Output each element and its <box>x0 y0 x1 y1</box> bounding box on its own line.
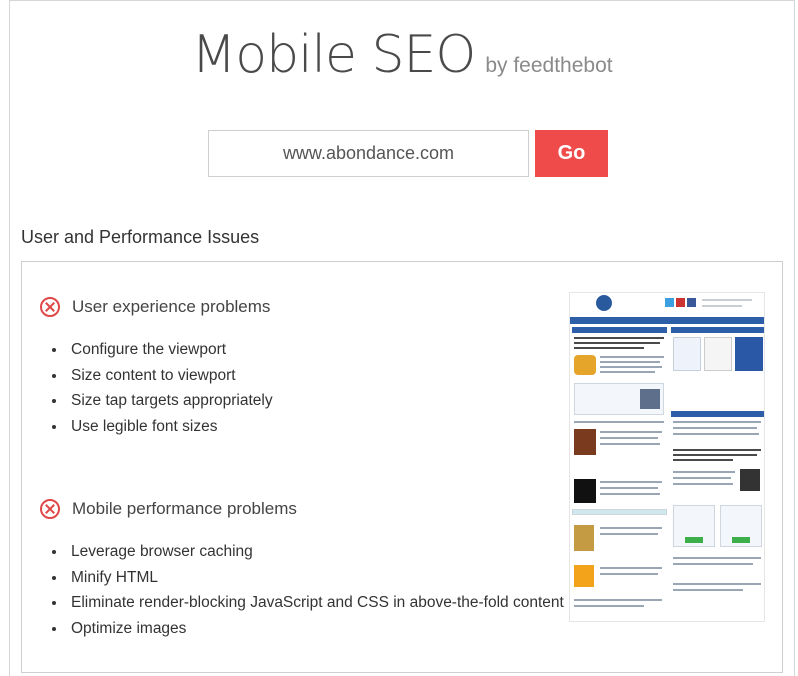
text-line <box>600 533 658 535</box>
list-item: Leverage browser caching <box>52 539 564 565</box>
thumbnail-header <box>570 293 764 315</box>
text-line <box>600 573 658 575</box>
book-image <box>704 337 732 371</box>
text-line <box>673 471 735 473</box>
twitter-icon <box>665 298 674 307</box>
bing-logo-image <box>574 565 594 587</box>
text-line <box>600 567 662 569</box>
text-line <box>574 605 644 607</box>
group-title: User experience problems <box>72 297 271 316</box>
text-line <box>600 493 660 495</box>
list-item: Size tap targets appropriately <box>52 388 273 414</box>
column-heading-bar <box>671 327 764 333</box>
lock-image <box>574 525 594 551</box>
issues-panel: User experience problems Configure the v… <box>21 261 783 673</box>
gplus-icon <box>676 298 685 307</box>
headline-line <box>673 449 761 451</box>
list-item: Configure the viewport <box>52 337 273 363</box>
text-line <box>600 431 662 433</box>
text-line <box>673 557 761 559</box>
app-title: Mobile SEO <box>191 25 476 85</box>
url-input[interactable] <box>208 130 529 177</box>
thumbnail-nav-bar <box>570 317 764 324</box>
text-line <box>673 427 757 429</box>
text-line <box>600 371 655 373</box>
headline-line <box>574 342 660 344</box>
text-line <box>673 421 761 423</box>
headline-line <box>673 454 757 456</box>
text-line <box>673 477 731 479</box>
seo-book-image <box>673 337 701 371</box>
text-line <box>574 599 662 601</box>
group-title: Mobile performance problems <box>72 499 297 518</box>
text-line <box>600 487 658 489</box>
header-search-bar <box>702 299 752 301</box>
performance-group: Mobile performance problems Leverage bro… <box>40 497 564 641</box>
x-circle-icon <box>40 499 60 519</box>
promo-image <box>640 389 660 409</box>
page-frame: Mobile SEO by feedthebot Go User and Perf… <box>9 0 795 676</box>
x-circle-icon <box>40 297 60 317</box>
app-byline: by feedthebot <box>485 54 613 77</box>
page-title: Mobile SEO by feedthebot <box>10 25 794 85</box>
group-header: User experience problems <box>40 295 273 319</box>
text-line <box>600 443 660 445</box>
column-heading-bar <box>572 327 667 333</box>
list-item: Size content to viewport <box>52 363 273 389</box>
column-heading-bar <box>671 411 764 417</box>
headline-line <box>574 337 664 339</box>
text-line <box>600 527 662 529</box>
text-line <box>600 361 660 363</box>
header-text-line <box>702 305 742 307</box>
text-line <box>673 563 753 565</box>
section-title: User and Performance Issues <box>21 227 260 247</box>
book-image <box>735 337 763 371</box>
headline-line <box>574 347 644 349</box>
site-logo-icon <box>596 295 612 311</box>
list-item: Use legible font sizes <box>52 414 273 440</box>
article-image <box>740 469 760 491</box>
list-item: Minify HTML <box>52 565 564 591</box>
headline-line <box>673 459 733 461</box>
text-line <box>600 437 658 439</box>
issue-list: Configure the viewport Size content to v… <box>40 337 273 439</box>
text-line <box>673 583 761 585</box>
text-line <box>673 589 743 591</box>
list-item: Optimize images <box>52 616 564 642</box>
ad-button <box>732 537 750 543</box>
text-line <box>673 483 733 485</box>
text-line <box>574 421 664 423</box>
go-button[interactable]: Go <box>535 130 608 177</box>
list-item: Eliminate render-blocking JavaScript and… <box>52 590 564 616</box>
issue-list: Leverage browser caching Minify HTML Eli… <box>40 539 564 641</box>
site-screenshot-thumbnail <box>569 292 765 622</box>
user-experience-group: User experience problems Configure the v… <box>40 295 273 439</box>
text-line <box>600 481 662 483</box>
article-image <box>574 429 596 455</box>
group-header: Mobile performance problems <box>40 497 564 521</box>
section-strip <box>572 509 667 515</box>
ad-button <box>685 537 703 543</box>
text-line <box>600 366 662 368</box>
facebook-icon <box>687 298 696 307</box>
text-line <box>673 433 759 435</box>
article-image <box>574 479 596 503</box>
url-search-form: Go <box>208 130 608 177</box>
article-image <box>574 355 596 375</box>
text-line <box>600 356 664 358</box>
